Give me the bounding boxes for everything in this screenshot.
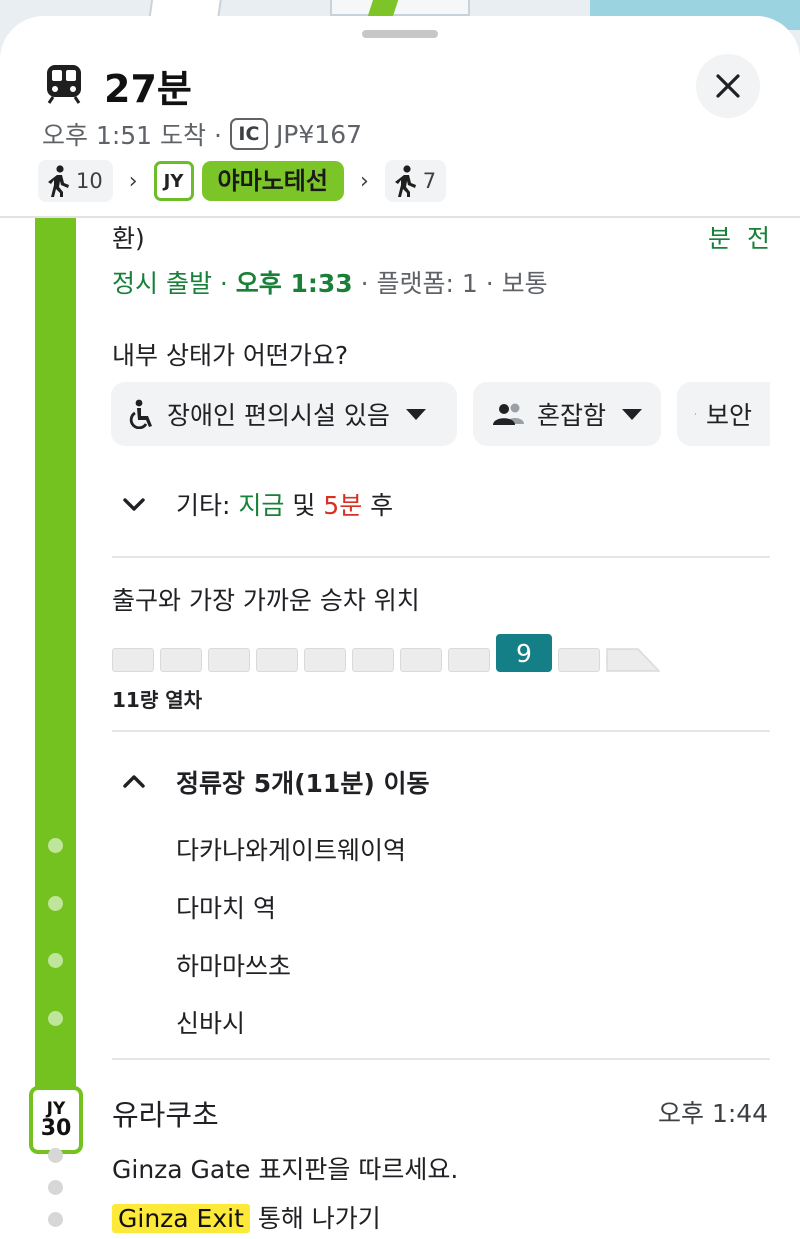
exit-name-highlight: Ginza Exit [112,1204,250,1233]
intermediate-stop: 다카나와게이트웨이역 [176,836,407,865]
crowding-label: 혼잡함 [537,401,607,430]
departure-status-line: 정시 출발 · 오후 1:33 · 플랫폼: 1 · 보통 [112,269,548,298]
train-car [208,648,250,672]
chevron-down-icon [622,408,643,420]
stop-dot [48,953,63,968]
departure-time: 오후 1:33 [235,269,353,298]
ic-card-icon: IC [229,118,268,150]
fare: JP¥167 [275,119,363,149]
station-line-code: JY [46,1098,66,1119]
walking-icon [394,165,416,197]
walking-icon [48,165,69,197]
trip-summary-header: 27분 오후 1:51 도착 · IC JP¥167 10 › JY 야마노테선… [0,16,800,218]
divider [112,1058,770,1060]
arrival-time: 오후 1:51 도착 · [42,121,222,150]
train-car [400,648,442,672]
intermediate-stops-toggle[interactable]: 정류장 5개(11분) 이동 [176,764,429,800]
boarding-position-title: 출구와 가장 가까운 승차 위치 [112,586,420,615]
crowd-question: 내부 상태가 어떤가요? [112,341,349,370]
trip-duration: 27분 [104,67,192,111]
crowding-chip[interactable]: 혼잡함 [473,382,661,446]
divider [112,556,770,558]
exit-instruction: Ginza Gate 표지판을 따르세요. [112,1155,459,1184]
divider [112,730,770,732]
map-road [330,0,470,16]
intermediate-stop: 하마마쓰초 [176,952,292,981]
route-steps[interactable]: 10 › JY 야마노테선 › 7 [38,160,447,202]
station-number: 30 [40,1115,72,1141]
recommended-car: 9 [496,634,552,672]
train-car [160,648,202,672]
close-button[interactable] [696,54,760,118]
directions-sheet: 27분 오후 1:51 도착 · IC JP¥167 10 › JY 야마노테선… [0,16,800,1239]
step-separator: › [359,168,369,194]
arrival-fare-line: 오후 1:51 도착 · IC JP¥167 [42,116,362,152]
walk-dot [48,1180,63,1195]
line-name-badge: 야마노테선 [201,161,344,201]
safety-chip[interactable]: 보안 [677,382,770,446]
walk-step-end: 7 [384,160,447,202]
departure-now: 지금 [238,491,285,520]
train-car [304,648,346,672]
train-car-diagram: 9 [112,634,660,672]
chevron-down-icon [405,408,426,420]
people-icon [493,403,524,425]
train-length: 11량 열차 [112,688,202,712]
platform-info: · 플랫폼: 1 · 보통 [352,269,548,298]
walk-minutes: 10 [76,169,103,193]
exit-line: Ginza Exit 통해 나가기 [112,1199,381,1235]
train-car [352,648,394,672]
other-departures[interactable]: 기타: 지금 및 5분 후 [176,486,393,522]
departure-direction-text: 환) [112,224,145,253]
departure-5min: 5분 [323,491,363,520]
safety-label: 보안 [705,401,752,430]
arrival-station-name[interactable]: 유라쿠초 [112,1092,219,1134]
close-icon [716,74,740,98]
line-code-badge: JY [153,161,194,201]
stop-dot [48,1011,63,1026]
stop-dot [48,838,63,853]
minutes-until-departure: 분 전 [708,224,774,253]
walk-step-start: 10 [38,160,113,202]
intermediate-stop: 신바시 [176,1009,246,1038]
train-car [448,648,490,672]
walk-dot [48,1212,63,1227]
train-front-car [606,648,660,672]
on-time-status: 정시 출발 [112,269,212,298]
stop-dot [48,896,63,911]
shield-icon [695,413,696,415]
walk-dot [48,1148,63,1163]
arrival-station-time: 오후 1:44 [658,1099,769,1128]
train-icon [47,65,81,104]
step-separator: › [128,168,138,194]
intermediate-stop: 다마치 역 [176,894,276,923]
arrival-station-badge: JY 30 [29,1086,83,1154]
accessibility-label: 장애인 편의시설 있음 [167,401,390,430]
walk-minutes: 7 [422,169,437,193]
train-car [112,648,154,672]
drag-handle[interactable] [362,30,438,38]
chevron-up-icon[interactable] [120,768,148,796]
train-car [558,648,600,672]
wheelchair-icon [129,399,152,429]
chevron-down-icon[interactable] [120,490,148,518]
accessibility-chip[interactable]: 장애인 편의시설 있음 [111,382,457,446]
train-car [256,648,298,672]
